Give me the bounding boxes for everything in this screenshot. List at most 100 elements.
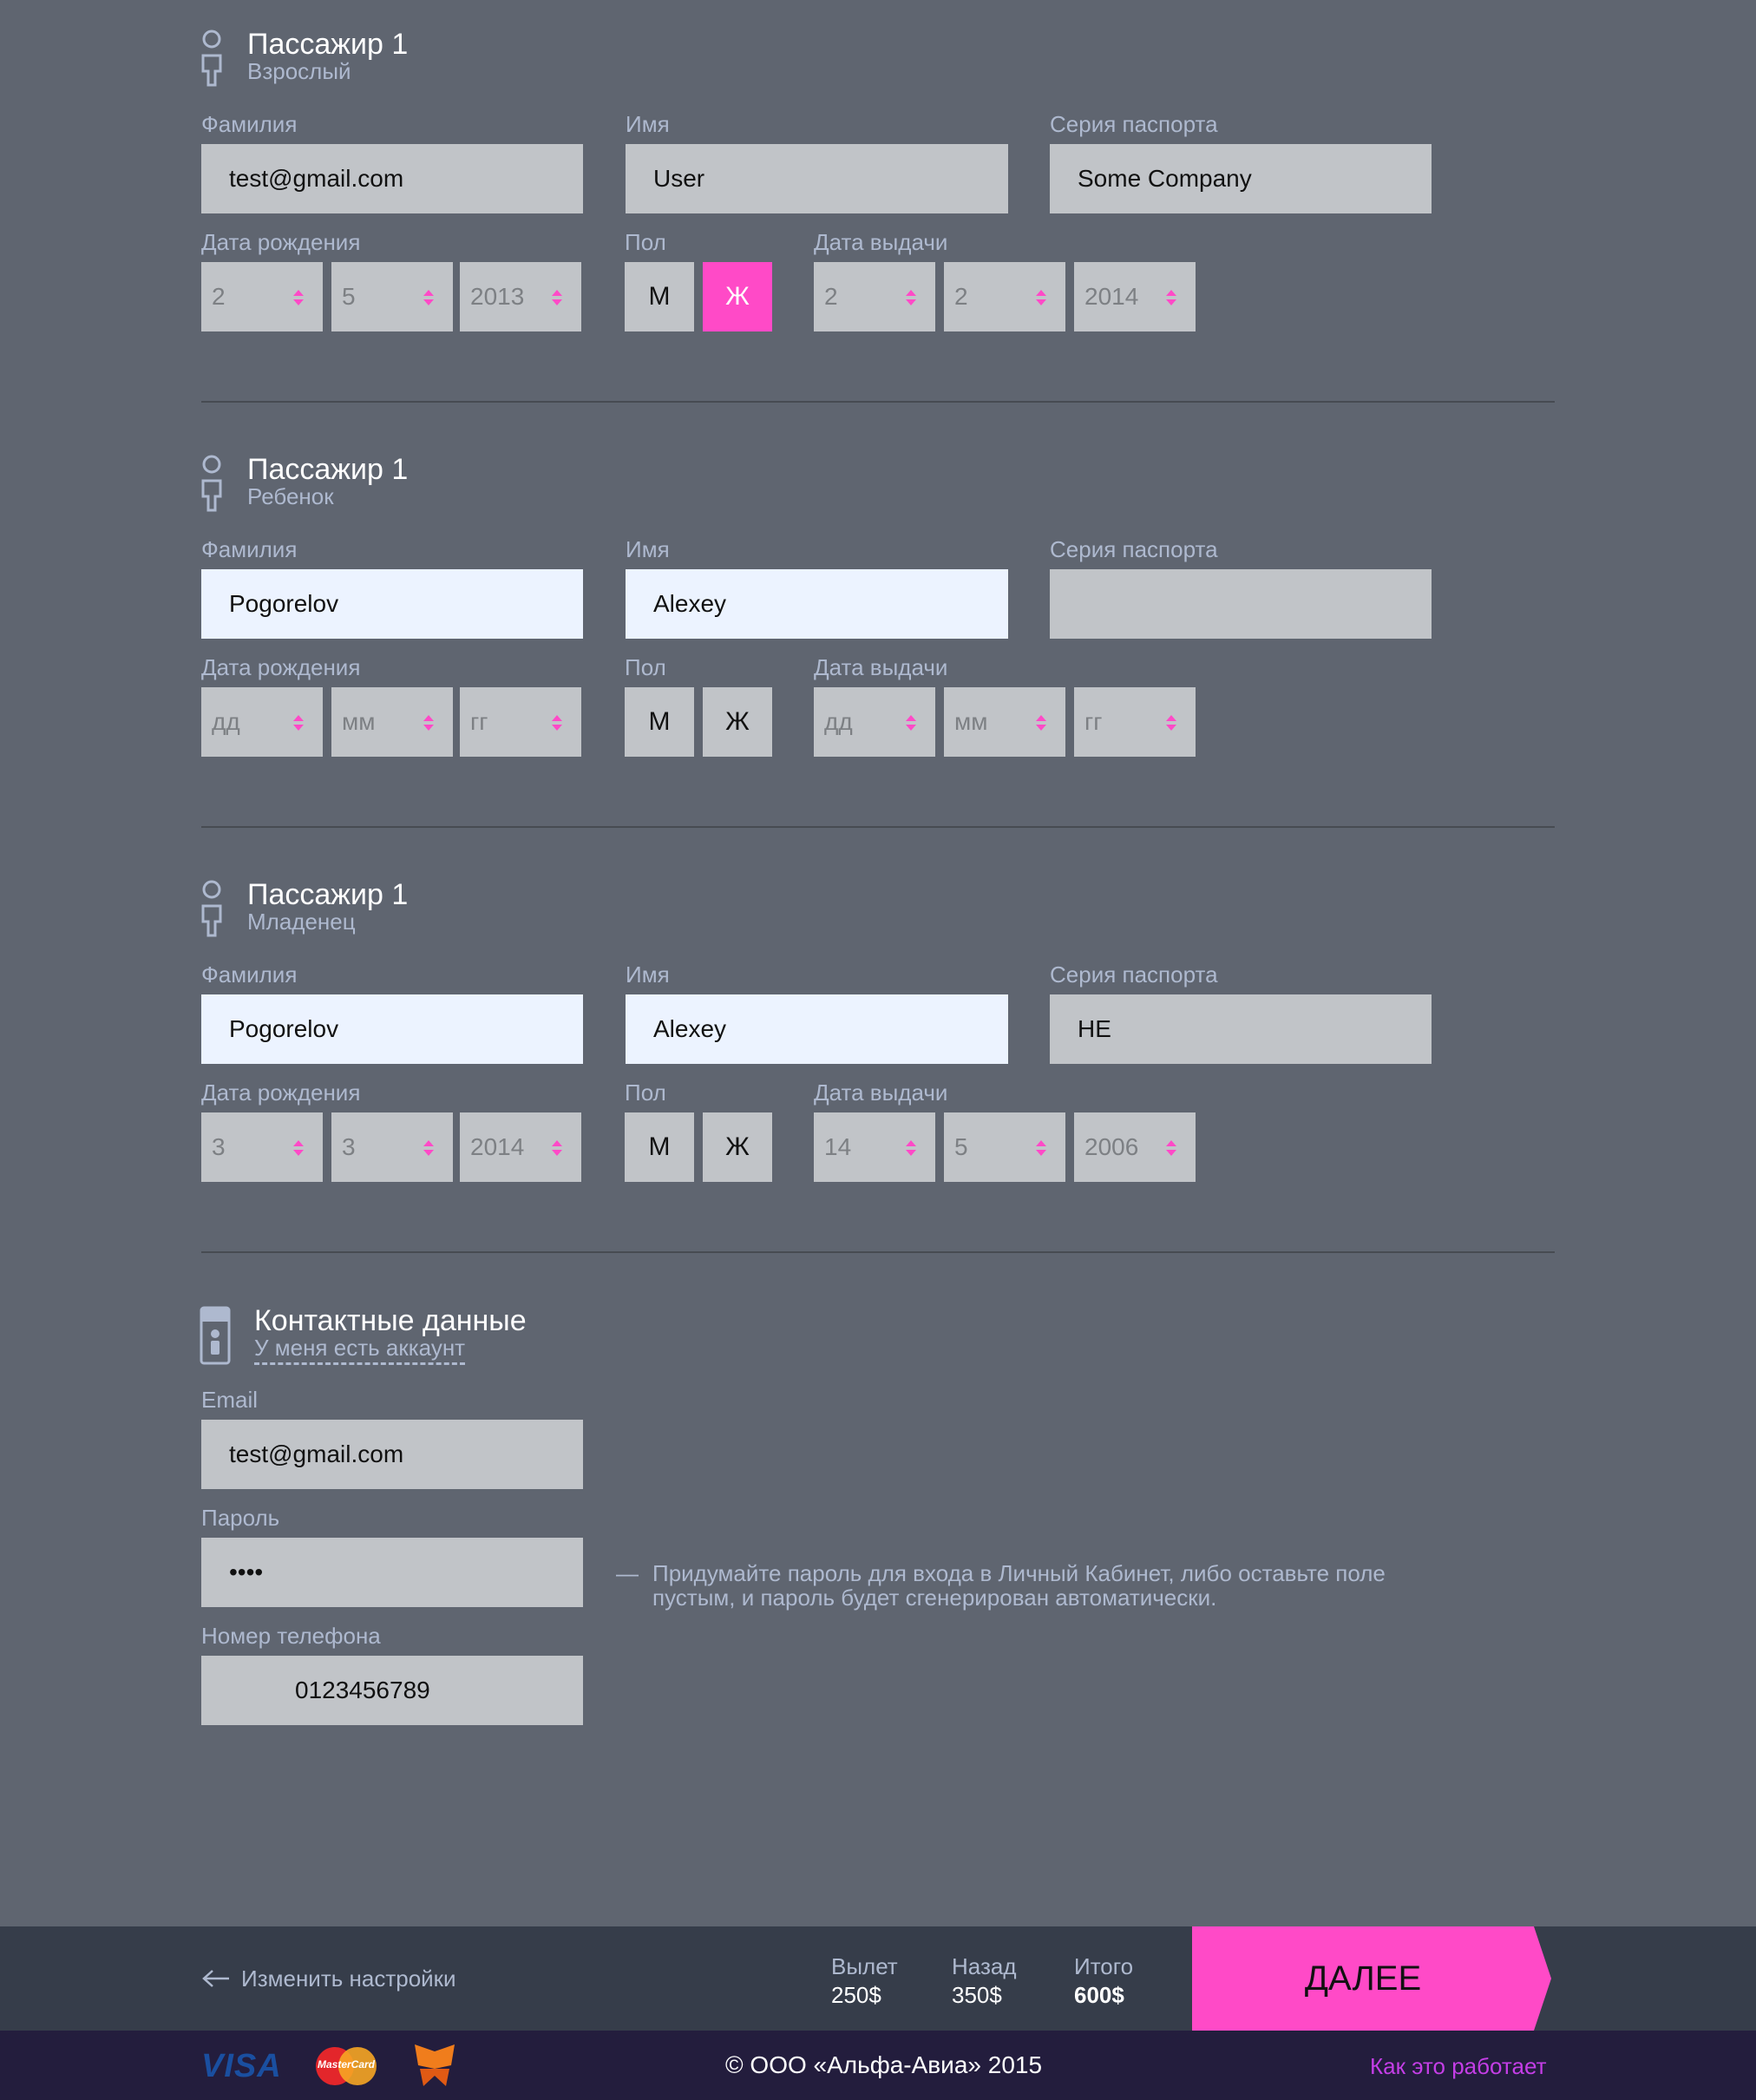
select-arrows-icon (1036, 290, 1046, 305)
issue-date-value: 5 (954, 1133, 968, 1160)
birth-date-label: Дата рождения (201, 1080, 361, 1106)
passenger-type: Ребенок (247, 483, 334, 509)
issue-date-label: Дата выдачи (814, 1080, 948, 1106)
name-label: Имя (626, 961, 670, 988)
birth-date-value: мм (342, 708, 376, 735)
total-price: 600$ (1074, 1982, 1124, 2008)
issue-date-value: дд (824, 708, 853, 735)
section-divider (201, 1251, 1555, 1253)
issue-date-select[interactable]: 5 (944, 1112, 1065, 1182)
name-field[interactable] (626, 569, 1008, 639)
birth-date-select[interactable]: 2 (201, 262, 323, 331)
passport-field[interactable] (1050, 144, 1432, 213)
change-settings-link[interactable]: Изменить настройки (201, 1963, 456, 1994)
birth-date-value: 5 (342, 283, 356, 310)
surname-field[interactable] (201, 994, 583, 1064)
password-field[interactable] (201, 1538, 583, 1607)
name-field[interactable] (626, 144, 1008, 213)
arrow-left-icon (202, 1970, 229, 1987)
issue-date-select[interactable]: гг (1074, 687, 1196, 757)
select-arrows-icon (1166, 290, 1176, 305)
password-hint-dash: — (616, 1560, 639, 1586)
surname-field[interactable] (201, 144, 583, 213)
select-arrows-icon (1166, 1140, 1176, 1156)
sex-label: Пол (625, 654, 666, 680)
surname-field[interactable] (201, 569, 583, 639)
birth-date-select[interactable]: 2014 (460, 1112, 581, 1182)
surname-label: Фамилия (201, 961, 298, 988)
email-field[interactable] (201, 1420, 583, 1489)
sex-female-button[interactable]: Ж (703, 687, 772, 757)
person-icon (201, 30, 222, 87)
passport-label: Серия паспорта (1050, 961, 1218, 988)
issue-date-select[interactable]: 14 (814, 1112, 935, 1182)
select-arrows-icon (552, 290, 562, 305)
birth-date-value: 2014 (470, 1133, 525, 1160)
issue-date-label: Дата выдачи (814, 654, 948, 680)
issue-date-select[interactable]: мм (944, 687, 1065, 757)
sex-female-button[interactable]: Ж (703, 1112, 772, 1182)
sex-male-button[interactable]: М (625, 1112, 694, 1182)
surname-label: Фамилия (201, 536, 298, 562)
birth-date-select[interactable]: мм (331, 687, 453, 757)
birth-date-value: 2013 (470, 283, 525, 310)
visa-logo: VISA (201, 2048, 282, 2084)
birth-date-value: гг (470, 708, 488, 735)
departure-price: 250$ (831, 1982, 881, 2008)
person-icon (201, 455, 222, 512)
select-arrows-icon (423, 1140, 434, 1156)
passenger-title: Пассажир 1 (247, 878, 409, 911)
birth-date-label: Дата рождения (201, 229, 361, 255)
birth-date-select[interactable]: 2013 (460, 262, 581, 331)
select-arrows-icon (906, 290, 916, 305)
password-hint-line2: пустым, и пароль будет сгенерирован авто… (652, 1585, 1217, 1611)
issue-date-value: 2 (954, 283, 968, 310)
name-label: Имя (626, 111, 670, 137)
issue-date-select[interactable]: 2 (814, 262, 935, 331)
issue-date-select[interactable]: дд (814, 687, 935, 757)
birth-date-select[interactable]: дд (201, 687, 323, 757)
birth-date-value: 2 (212, 283, 226, 310)
sex-label: Пол (625, 229, 666, 255)
select-arrows-icon (1036, 1140, 1046, 1156)
have-account-link[interactable]: У меня есть аккаунт (254, 1335, 466, 1365)
birth-date-select[interactable]: гг (460, 687, 581, 757)
birth-date-select[interactable]: 3 (201, 1112, 323, 1182)
issue-date-select[interactable]: 2006 (1074, 1112, 1196, 1182)
select-arrows-icon (423, 290, 434, 305)
return-label: Назад (952, 1953, 1017, 1979)
passport-field[interactable] (1050, 994, 1432, 1064)
issue-date-value: 14 (824, 1133, 852, 1160)
contact-card-icon (200, 1306, 231, 1365)
sex-male-button[interactable]: М (625, 687, 694, 757)
name-field[interactable] (626, 994, 1008, 1064)
issue-date-value: 2 (824, 283, 838, 310)
next-button[interactable]: ДАЛЕЕ (1192, 1926, 1551, 2031)
passport-label: Серия паспорта (1050, 536, 1218, 562)
issue-date-select[interactable]: 2014 (1074, 262, 1196, 331)
how-it-works-link[interactable]: Как это работает (1370, 2053, 1546, 2079)
issue-date-value: 2014 (1084, 283, 1139, 310)
passenger-title: Пассажир 1 (247, 453, 409, 486)
butterfly-logo-icon (415, 2044, 455, 2086)
issue-date-select[interactable]: 2 (944, 262, 1065, 331)
passenger-title: Пассажир 1 (247, 28, 409, 61)
mastercard-logo: MasterCard (312, 2046, 380, 2086)
phone-field[interactable] (201, 1656, 583, 1725)
mastercard-text: MasterCard (317, 2058, 376, 2070)
sex-female-button[interactable]: Ж (703, 262, 772, 331)
next-button-label: ДАЛЕЕ (1304, 1959, 1422, 1998)
passport-label: Серия паспорта (1050, 111, 1218, 137)
password-hint-line1: Придумайте пароль для входа в Личный Каб… (652, 1560, 1386, 1586)
passport-field[interactable] (1050, 569, 1432, 639)
name-label: Имя (626, 536, 670, 562)
sex-male-button[interactable]: М (625, 262, 694, 331)
total-label: Итого (1074, 1953, 1134, 1979)
birth-date-select[interactable]: 5 (331, 262, 453, 331)
issue-date-label: Дата выдачи (814, 229, 948, 255)
select-arrows-icon (552, 1140, 562, 1156)
select-arrows-icon (1036, 715, 1046, 731)
sex-label: Пол (625, 1080, 666, 1106)
birth-date-select[interactable]: 3 (331, 1112, 453, 1182)
person-icon (201, 880, 222, 937)
